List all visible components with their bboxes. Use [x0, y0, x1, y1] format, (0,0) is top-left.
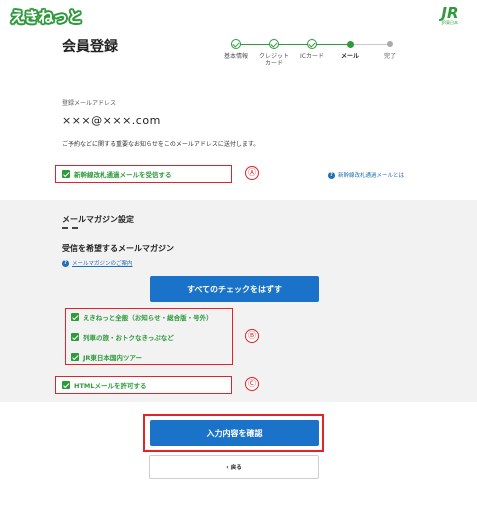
back-button[interactable]: ‹ 戻る: [149, 455, 319, 479]
newsletter-section-title: メールマガジン設定: [62, 215, 134, 224]
checkbox-checked-icon: [71, 313, 79, 321]
step-done-check-icon: [307, 39, 317, 49]
section-title-underline: [62, 227, 78, 229]
jr-east-logo: JR JR東日本: [437, 4, 463, 26]
checkbox-checked-icon: [62, 170, 70, 178]
newsletter-item-label: えきねっと全般（お知らせ・総合版・号外）: [83, 314, 213, 322]
email-value: ×××@×××.com: [62, 114, 161, 127]
step-pending-dot-icon: [387, 41, 393, 47]
step-done-check-icon: [231, 39, 241, 49]
email-note: ご予約などに関する重要なお知らせをこのメールアドレスに送付します。: [62, 141, 260, 148]
newsletter-guide-link[interactable]: ? メールマガジンのご案内: [62, 259, 133, 267]
confirm-button-highlight: [143, 414, 324, 452]
checkbox-checked-icon: [71, 333, 79, 341]
shinkansen-mail-help-link[interactable]: ? 新幹線改札通過メールとは: [328, 171, 404, 179]
newsletter-item-label: 列車の旅・おトクなきっぷなど: [83, 334, 174, 342]
shinkansen-mail-checkbox[interactable]: 新幹線改札通過メールを受信する: [55, 165, 232, 183]
checkbox-checked-icon: [71, 353, 79, 361]
shinkansen-mail-checkbox-label: 新幹線改札通過メールを受信する: [74, 171, 172, 179]
annotation-marker-a: Ⓐ: [245, 166, 259, 180]
step-done-check-icon: [269, 39, 279, 49]
newsletter-checkbox-domestic-tours[interactable]: JR東日本国内ツアー: [71, 352, 142, 362]
newsletter-guide-text: メールマガジンのご案内: [72, 261, 133, 267]
uncheck-all-button[interactable]: すべてのチェックをはずす: [150, 276, 319, 302]
html-mail-checkbox-label: HTMLメールを許可する: [74, 382, 147, 390]
checkbox-checked-icon: [62, 381, 70, 389]
page-title: 会員登録: [62, 39, 118, 55]
annotation-marker-c: Ⓒ: [245, 377, 259, 391]
step-label: 完了: [383, 53, 396, 60]
newsletter-subsection-title: 受信を希望するメールマガジン: [62, 244, 174, 253]
ekinet-logo[interactable]: えきねっと: [10, 6, 83, 27]
newsletter-checkbox-ekinet-general[interactable]: えきねっと全般（お知らせ・総合版・号外）: [71, 312, 213, 322]
progress-step-complete: 完了: [360, 39, 420, 60]
email-label: 登録メールアドレス: [62, 100, 117, 107]
html-mail-checkbox[interactable]: HTMLメールを許可する: [55, 376, 232, 394]
shinkansen-mail-help-text: 新幹線改札通過メールとは: [338, 173, 405, 179]
back-button-label: 戻る: [230, 465, 242, 471]
newsletter-checkbox-train-travel[interactable]: 列車の旅・おトクなきっぷなど: [71, 332, 174, 342]
step-current-dot-icon: [346, 40, 354, 48]
jr-logo-mark: JR: [441, 4, 459, 22]
question-circle-icon: ?: [328, 171, 335, 179]
annotation-marker-b: Ⓑ: [245, 329, 259, 343]
question-circle-icon: ?: [62, 259, 69, 267]
chevron-left-icon: ‹: [226, 463, 229, 471]
newsletter-item-label: JR東日本国内ツアー: [83, 354, 143, 362]
